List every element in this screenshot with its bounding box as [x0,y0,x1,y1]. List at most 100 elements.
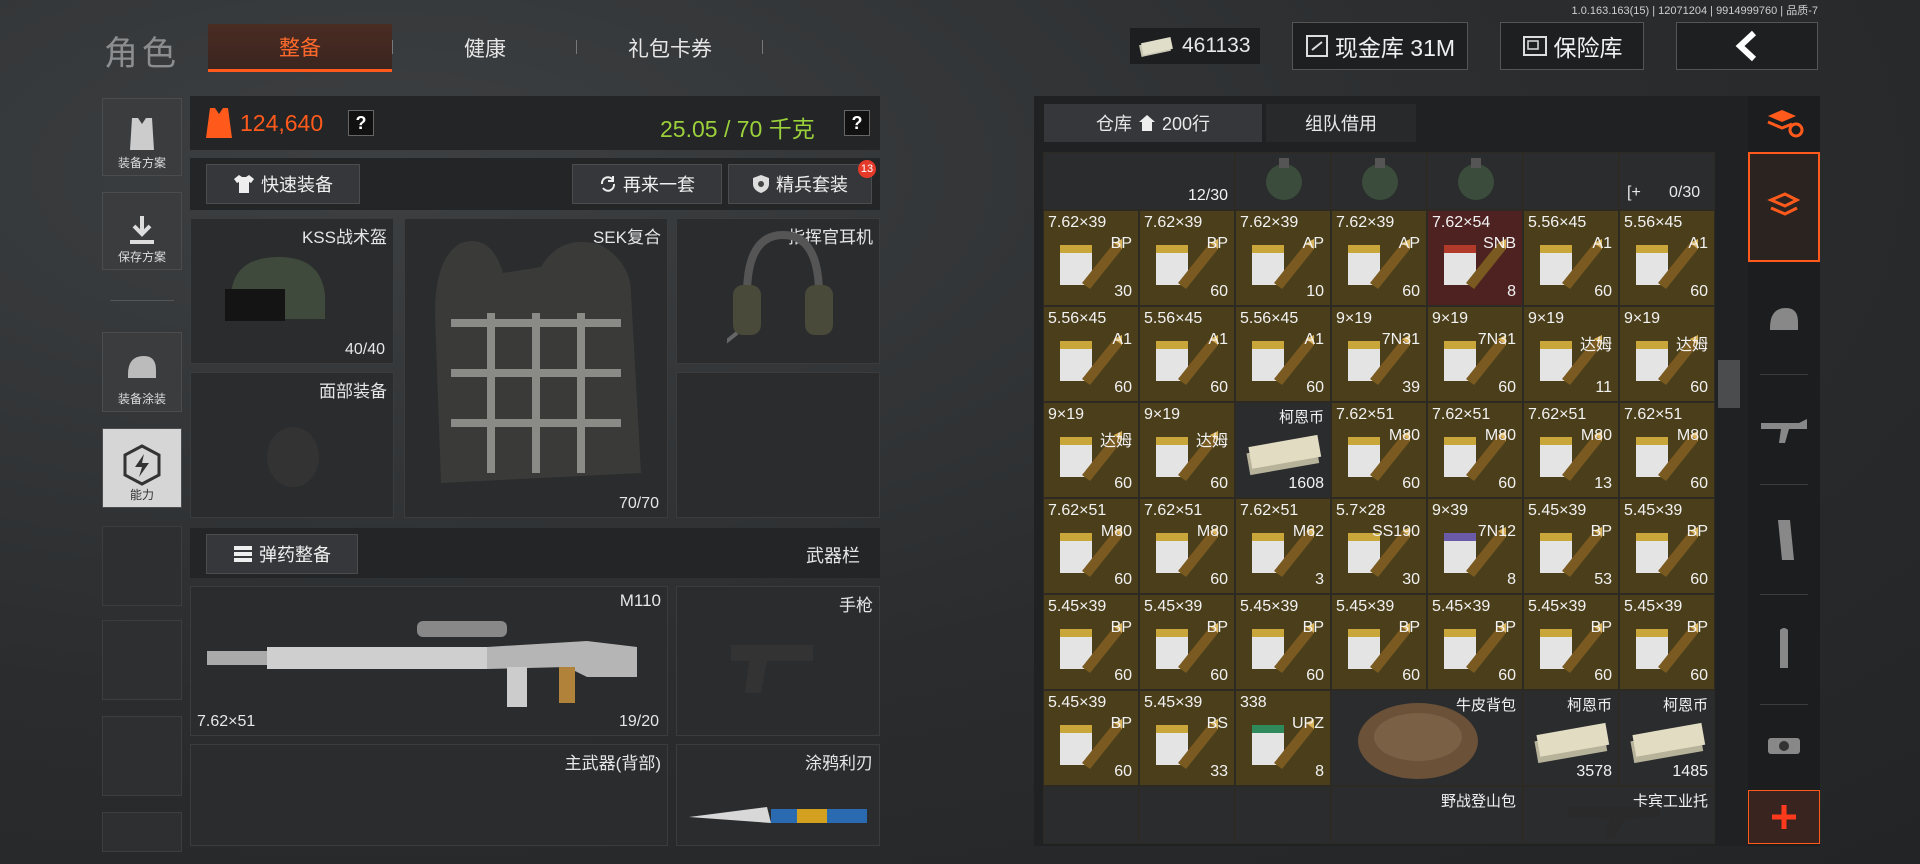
ammo-item[interactable]: 5.45×39 BP 60 [1619,498,1715,594]
face-slot[interactable]: 面部装备 [190,372,394,518]
tab-gift[interactable]: 礼包卡券 [590,24,750,72]
back-weapon-slot[interactable]: 主武器(背部) [190,744,668,846]
inventory-cell[interactable]: 12/30 [1043,152,1235,210]
ammo-item[interactable]: 9×19 达姆 11 [1523,306,1619,402]
ammo-item[interactable]: 9×39 7N12 8 [1427,498,1523,594]
filter-helmet-button[interactable] [1748,270,1820,370]
ammo-item[interactable]: 9×19 达姆 60 [1619,306,1715,402]
currency-item[interactable]: 柯恩币 1485 [1619,690,1715,786]
ammo-item[interactable]: 5.56×45 A1 60 [1523,210,1619,306]
ammo-item[interactable]: 9×19 7N31 60 [1427,306,1523,402]
inventory-cell[interactable] [1235,786,1331,844]
ammo-item[interactable]: 7.62×51 M80 60 [1139,498,1235,594]
ammo-item[interactable]: 7.62×39 BP 30 [1043,210,1139,306]
ammo-item[interactable]: 5.56×45 A1 60 [1139,306,1235,402]
currency-item[interactable]: 柯恩币 3578 [1523,690,1619,786]
ammo-type: A1 [1112,331,1132,348]
ammo-item[interactable]: 5.56×45 A1 60 [1235,306,1331,402]
armor-slot[interactable]: SEK复合 70/70 [404,218,668,518]
sort-refresh-button[interactable] [1748,100,1820,148]
safe-button[interactable]: 保险库 [1500,22,1644,70]
ammo-item[interactable]: 9×19 7N31 39 [1331,306,1427,402]
ammo-item[interactable]: 5.56×45 A1 60 [1043,306,1139,402]
ammo-item[interactable]: 9×19 达姆 60 [1043,402,1139,498]
ammo-type: 达姆 [1195,433,1228,450]
ammo-item[interactable]: 5.45×39 BP 60 [1523,594,1619,690]
helmet-slot[interactable]: KSS战术盔 40/40 [190,218,394,364]
filter-ammo-button[interactable] [1748,600,1820,700]
knife-slot[interactable]: 涂鸦利刃 [676,744,880,846]
bullet-icon [1780,628,1788,668]
ammo-item[interactable]: 5.45×39 BP 60 [1331,594,1427,690]
backpack-item[interactable]: 牛皮背包 [1331,690,1523,786]
inventory-scrollbar[interactable] [1716,152,1742,842]
tab-equip[interactable]: 整备 [208,24,392,72]
side-save-plan[interactable]: 保存方案 [102,192,182,270]
ammo-item[interactable]: 5.7×28 SS190 30 [1331,498,1427,594]
ammo-equip-button[interactable]: 弹药整备 [206,534,358,574]
ammo-item[interactable]: 7.62×51 M80 60 [1619,402,1715,498]
filter-magazine-button[interactable] [1748,490,1820,590]
team-label: 组队借用 [1305,114,1377,134]
ammo-item[interactable]: 9×19 达姆 60 [1139,402,1235,498]
ammo-item[interactable]: 5.45×39 BP 60 [1235,594,1331,690]
ammo-item[interactable]: 7.62×51 M80 60 [1427,402,1523,498]
ammo-item[interactable]: 5.45×39 BP 53 [1523,498,1619,594]
back-button[interactable] [1676,22,1818,70]
side-divider [110,300,174,301]
ammo-item[interactable]: 7.62×39 BP 60 [1139,210,1235,306]
gas-mask-icon [267,427,319,487]
quick-equip-button[interactable]: 快速装备 [206,164,360,204]
filter-all-button[interactable] [1748,152,1820,262]
tab-health[interactable]: 健康 [400,24,570,72]
ammo-item[interactable]: 7.62×51 M62 3 [1235,498,1331,594]
inventory-cell[interactable] [1139,786,1235,844]
ammo-item[interactable]: 5.45×39 BP 60 [1427,594,1523,690]
scroll-thumb[interactable] [1718,360,1740,408]
ammo-item[interactable]: 5.45×39 BP 60 [1043,594,1139,690]
ammo-item[interactable]: 5.56×45 A1 60 [1619,210,1715,306]
ammo-item[interactable]: 7.62×51 M80 60 [1043,498,1139,594]
filter-scope-button[interactable] [1748,710,1820,780]
ammo-item[interactable]: 338 UPZ 8 [1235,690,1331,786]
stock-item[interactable]: 卡宾工业托 [1523,786,1715,844]
help-button[interactable]: ? [348,110,374,136]
ammo-item[interactable]: 7.62×51 M80 13 [1523,402,1619,498]
inventory-cell[interactable] [1523,152,1619,210]
side-paint[interactable]: 装备涂装 [102,332,182,412]
elite-button[interactable]: 精兵套装 [728,164,872,204]
ammo-item[interactable]: 5.45×39 BP 60 [1139,594,1235,690]
side-ability[interactable]: 能力 [102,428,182,508]
ammo-item[interactable]: 5.45×39 BP 60 [1619,594,1715,690]
tab-storage[interactable]: 仓库 200行 [1044,104,1262,142]
currency-item[interactable]: 柯恩币 1608 [1235,402,1331,498]
ammo-item[interactable]: 7.62×51 M80 60 [1331,402,1427,498]
ammo-item[interactable]: 5.45×39 BP 60 [1043,690,1139,786]
ammo-item[interactable]: 5.45×39 BS 33 [1139,690,1235,786]
add-button[interactable] [1748,790,1820,844]
side-equip-plan[interactable]: 装备方案 [102,98,182,176]
headset-slot[interactable]: 指挥官耳机 [676,218,880,364]
inventory-cell[interactable] [1043,786,1139,844]
tab-team-borrow[interactable]: 组队借用 [1266,104,1416,142]
ammo-caliber: 5.56×45 [1144,310,1203,327]
notification-badge: 13 [858,160,876,178]
side-label: 能力 [129,488,154,502]
primary-weapon-slot[interactable]: M110 7.62×51 19/20 [190,586,668,736]
ammo-item[interactable]: 7.62×39 AP 10 [1235,210,1331,306]
plus-icon [1772,805,1796,829]
pistol-slot[interactable]: 手枪 [676,586,880,736]
ammo-caliber: 5.56×45 [1624,214,1683,231]
ammo-caliber: 5.45×39 [1048,598,1107,615]
helmet-paint-icon [128,356,156,378]
ammo-type: 达姆 [1675,337,1708,354]
magazine-icon [1778,520,1794,560]
help-button[interactable]: ? [844,110,870,136]
ammo-item[interactable]: 7.62×39 AP 60 [1331,210,1427,306]
again-button[interactable]: 再来一套 [572,164,722,204]
filter-rifle-button[interactable] [1748,380,1820,480]
field-backpack-item[interactable]: 野战登山包 [1331,786,1523,844]
ammo-type: BP [1206,235,1228,252]
ammo-item[interactable]: 7.62×54 SNB 8 [1427,210,1523,306]
cash-vault-button[interactable]: 现金库 31M [1292,22,1468,70]
